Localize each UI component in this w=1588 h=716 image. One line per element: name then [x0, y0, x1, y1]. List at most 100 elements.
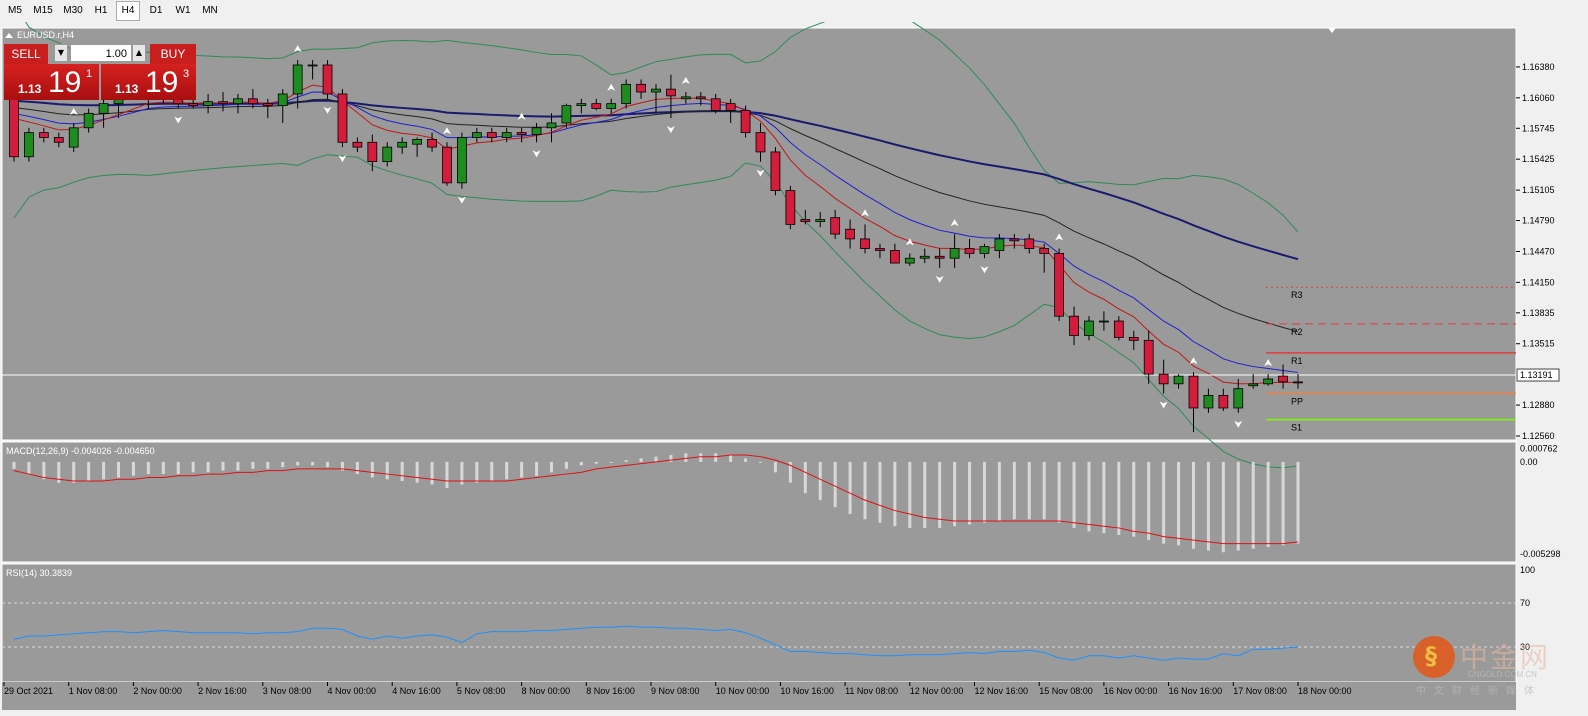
pivot-s1-label: S1 [1291, 423, 1302, 433]
bull-candle [919, 255, 930, 259]
macd-histogram-bar [684, 453, 688, 462]
macd-histogram-bar [863, 461, 867, 520]
sell-button[interactable]: SELL [4, 44, 48, 64]
bull-candle [307, 64, 318, 67]
bear-candle [1054, 252, 1064, 317]
macd-histogram-bar [1102, 461, 1106, 534]
macd-histogram-bar [370, 461, 374, 478]
macd-histogram-bar [445, 461, 449, 488]
bull-candle [292, 64, 303, 95]
macd-histogram-bar [729, 454, 733, 462]
bear-candle [725, 103, 736, 111]
lot-increase-icon[interactable]: ▲ [132, 44, 146, 62]
bear-candle [1218, 395, 1229, 409]
bear-candle [591, 103, 602, 109]
macd-y-tick-label: -0.005298 [1520, 549, 1561, 559]
macd-histogram-bar [27, 461, 31, 475]
macd-histogram-bar [968, 461, 972, 525]
timeframe-m15-button[interactable]: M15 [30, 2, 56, 20]
buy-price-button[interactable]: 1.13 19 3 [101, 64, 196, 100]
main-panel-bg [1, 27, 1517, 441]
macd-histogram-bar [296, 461, 300, 466]
macd-y-tick-label: 0.00 [1520, 457, 1538, 467]
macd-histogram-bar [12, 461, 16, 469]
bear-candle [845, 228, 855, 240]
macd-histogram-bar [639, 458, 643, 462]
y-tick-label: 1.15745 [1522, 123, 1555, 133]
current-price-label: 1.13191 [1520, 370, 1553, 380]
macd-histogram-bar [1251, 461, 1255, 549]
bear-candle [636, 83, 646, 93]
macd-histogram-bar [744, 458, 748, 462]
bear-candle [1024, 238, 1035, 249]
bear-candle [964, 248, 975, 254]
macd-histogram-bar [908, 461, 912, 528]
bull-candle [382, 146, 393, 163]
watermark-logo-icon: § [1413, 636, 1455, 678]
macd-histogram-bar [549, 461, 553, 473]
macd-histogram-bar [221, 461, 225, 471]
macd-histogram-bar [953, 461, 957, 527]
lot-decrease-icon[interactable]: ▼ [54, 44, 68, 62]
timeframe-m5-button[interactable]: M5 [4, 2, 26, 20]
macd-histogram-bar [848, 461, 852, 515]
x-tick-label: 4 Nov 00:00 [328, 686, 377, 696]
rsi-panel-bg [1, 563, 1517, 683]
macd-histogram-bar [1296, 461, 1300, 544]
x-tick-label: 10 Nov 00:00 [716, 686, 770, 696]
bear-candle [1188, 375, 1199, 409]
bull-candle [277, 93, 288, 106]
bull-candle [1248, 383, 1259, 387]
sell-price-prefix: 1.13 [18, 82, 42, 96]
macd-histogram-bar [236, 461, 240, 471]
bear-candle [218, 101, 228, 105]
x-tick-label: 8 Nov 00:00 [522, 686, 571, 696]
bear-candle [322, 64, 333, 95]
bull-candle [233, 98, 243, 105]
bear-candle [367, 141, 378, 163]
macd-histogram-bar [535, 461, 539, 476]
macd-histogram-bar [1147, 461, 1151, 541]
y-tick-label: 1.13835 [1522, 308, 1555, 318]
macd-histogram-bar [161, 461, 165, 475]
macd-histogram-bar [699, 453, 703, 462]
buy-price-pips: 19 [145, 66, 179, 99]
macd-histogram-bar [1042, 461, 1046, 520]
timeframe-h1-button[interactable]: H1 [90, 2, 112, 20]
macd-histogram-bar [594, 461, 598, 464]
timeframe-w1-button[interactable]: W1 [172, 2, 194, 20]
macd-histogram-bar [1057, 461, 1061, 523]
timeframe-h4-button[interactable]: H4 [116, 1, 140, 21]
bull-candle [98, 103, 109, 114]
sell-price-fraction: 1 [86, 68, 93, 80]
y-tick-label: 1.15105 [1522, 185, 1555, 195]
timeframe-d1-button[interactable]: D1 [144, 2, 168, 20]
buy-button[interactable]: BUY [150, 44, 196, 64]
bear-candle [1039, 248, 1050, 254]
watermark: § 中金网 CNGOLD.COM.CN 中文财经新媒体 [1410, 634, 1570, 697]
chart-canvas[interactable]: 1.16380 1.16060 1.15745 1.15425 1.15105 1.147… [0, 22, 1588, 716]
bull-candle [1203, 395, 1214, 409]
macd-label: MACD(12,26,9) -0.004026 -0.004650 [6, 446, 155, 456]
macd-histogram-bar [102, 461, 106, 480]
bear-candle [875, 248, 885, 251]
macd-y-tick-label: 0.000762 [1520, 444, 1558, 454]
watermark-subtext: CNGOLD.COM.CN [1468, 670, 1537, 679]
bull-candle [24, 132, 34, 158]
macd-panel-bg [1, 441, 1517, 563]
timeframe-m30-button[interactable]: M30 [60, 2, 86, 20]
bull-candle [1263, 378, 1274, 385]
macd-histogram-bar [1027, 461, 1031, 520]
lot-size-input[interactable]: 1.00 [70, 44, 132, 62]
bull-candle [412, 138, 422, 145]
bull-candle [457, 137, 467, 184]
macd-histogram-bar [938, 461, 942, 528]
macd-histogram-bar [1221, 461, 1225, 553]
macd-histogram-bar [609, 461, 613, 463]
bull-candle [68, 127, 79, 148]
sell-price-button[interactable]: 1.13 19 1 [4, 64, 99, 100]
x-tick-label: 8 Nov 16:00 [586, 686, 635, 696]
y-tick-label: 1.15425 [1522, 154, 1555, 164]
timeframe-mn-button[interactable]: MN [198, 2, 222, 20]
y-tick-label: 1.16060 [1522, 93, 1555, 103]
